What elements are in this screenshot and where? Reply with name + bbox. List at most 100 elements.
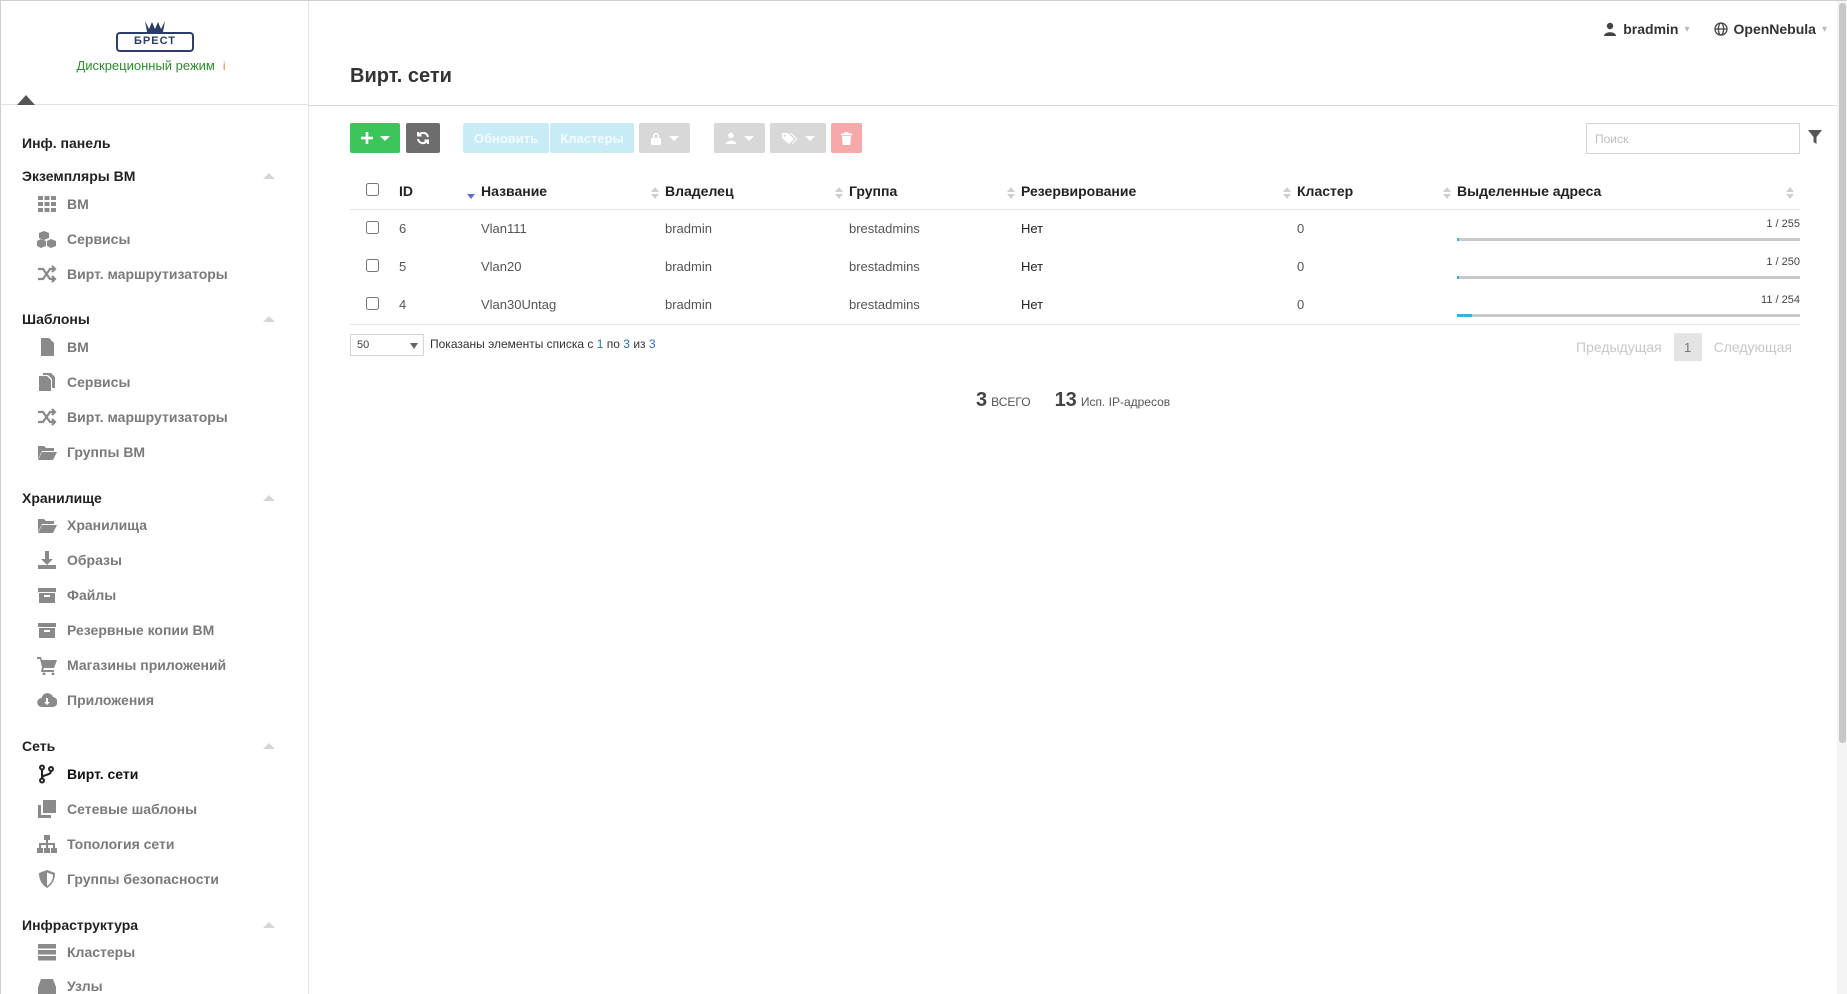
sidebar-item-datastores[interactable]: Хранилища [37,514,147,536]
collapse-sidebar-icon[interactable] [17,95,35,105]
cell-cluster: 0 [1297,221,1305,236]
sidebar-item-hosts[interactable]: Узлы [37,975,103,994]
user-bar: bradmin ▾ OpenNebula ▾ [1603,21,1827,37]
totals-summary: 3 ВСЕГО 13 Исп. IP-адресов [976,389,1170,412]
sidebar-item-vrouter-templates[interactable]: Вирт. маршрутизаторы [37,406,228,428]
row-checkbox[interactable] [366,296,379,310]
clone-icon [38,800,56,818]
page-scrollbar[interactable] [1837,1,1847,994]
sidebar-item-images[interactable]: Образы [37,549,122,571]
section-network[interactable]: Сеть [22,738,55,754]
sort-icon [1443,187,1451,199]
refresh-button[interactable] [406,123,440,153]
lock-button[interactable] [639,123,690,153]
labels-button[interactable] [770,123,826,153]
section-collapse-icon[interactable] [263,316,275,322]
sidebar-item-label: Файлы [67,587,117,603]
search-input[interactable] [1586,123,1800,154]
app-window: БРЕСТ Дискреционный режим i Инф. панель Э… [0,0,1847,994]
hdd-icon [38,979,56,994]
header-label: Группа [849,182,898,199]
column-header-cluster[interactable]: Кластер [1297,173,1457,210]
section-collapse-icon[interactable] [263,743,275,749]
cell-name: Vlan30Untag [481,285,665,325]
change-owner-button[interactable] [714,123,765,153]
column-header-group[interactable]: Группа [849,173,1021,210]
section-collapse-icon[interactable] [263,173,275,179]
row-select-cell [350,248,399,286]
refresh-icon [417,131,429,145]
sidebar-item-label: Группы безопасности [67,871,220,887]
section-collapse-icon[interactable] [263,495,275,501]
cell-id: 6 [399,221,407,236]
sidebar-item-topology[interactable]: Топология сети [37,833,175,855]
total-label: ВСЕГО [991,395,1031,409]
scrollbar-thumb[interactable] [1839,3,1846,743]
user-menu[interactable]: bradmin ▾ [1603,21,1690,37]
next-page-button[interactable]: Следующая [1714,339,1792,355]
column-header-owner[interactable]: Владелец [665,173,849,210]
sidebar-item-vnet-templates[interactable]: Сетевые шаблоны [37,798,197,820]
page-1-button[interactable]: 1 [1673,333,1702,361]
column-header-id[interactable]: ID [399,173,481,210]
sidebar-item-vm-templates[interactable]: ВМ [37,336,89,358]
logo-text: БРЕСТ [134,35,176,47]
sidebar-item-service-templates[interactable]: Сервисы [37,371,130,393]
sidebar-item-clusters[interactable]: Кластеры [37,941,135,963]
header-label: Название [481,182,548,199]
cell-owner: bradmin [665,221,712,236]
header-label: Кластер [1297,182,1354,199]
clusters-button[interactable]: Кластеры [550,123,634,153]
delete-button[interactable] [831,123,862,153]
leases-track [1457,313,1800,317]
leases-fill [1457,275,1460,279]
sidebar-item-vnets[interactable]: Вирт. сети [37,763,138,785]
table-row[interactable]: 4 Vlan30Untag bradmin brestadmins Нет 0 … [350,285,1800,325]
section-storage[interactable]: Хранилище [22,490,102,506]
sitemap-icon [37,835,57,853]
ip-count: 13 [1054,389,1077,411]
sidebar-item-apps[interactable]: Приложения [37,689,154,711]
column-header-leases[interactable]: Выделенные адреса [1457,173,1800,210]
column-header-name[interactable]: Название [481,173,665,210]
prev-page-button[interactable]: Предыдущая [1576,339,1662,355]
row-checkbox[interactable] [366,220,379,234]
column-header-reservation[interactable]: Резервирование [1021,173,1297,210]
create-button[interactable] [350,123,400,153]
filter-icon[interactable] [1807,129,1823,145]
select-all-checkbox[interactable] [366,182,379,196]
sidebar-item-vm-groups[interactable]: Группы ВМ [37,441,145,463]
zone-menu[interactable]: OpenNebula ▾ [1713,21,1827,37]
sidebar-item-services[interactable]: Сервисы [37,228,130,250]
table-row[interactable]: 6 Vlan111 bradmin brestadmins Нет 0 1 / … [350,209,1800,248]
folder-open-icon [38,446,57,460]
sidebar-dashboard[interactable]: Инф. панель [22,135,111,151]
vnets-table: ID Название Владелец Группа Резервирован… [350,173,1800,325]
section-infrastructure[interactable]: Инфраструктура [22,917,138,933]
sidebar-item-backups[interactable]: Резервные копии ВМ [37,619,214,641]
section-instances[interactable]: Экземпляры ВМ [22,168,135,184]
sidebar-item-marketplaces[interactable]: Магазины приложений [37,654,226,676]
leases-fill [1457,313,1472,317]
section-collapse-icon[interactable] [263,922,275,928]
trash-icon [841,131,852,145]
sort-icon [1007,187,1015,199]
row-checkbox[interactable] [366,258,379,272]
section-templates[interactable]: Шаблоны [22,311,90,327]
leases-text: 1 / 250 [1766,255,1800,268]
sidebar-item-label: Группы ВМ [67,444,146,460]
chevron-down-icon [804,135,815,141]
sidebar-item-files[interactable]: Файлы [37,584,116,606]
chevron-down-icon [410,343,418,349]
chevron-down-icon: ▾ [1821,23,1827,35]
table-row[interactable]: 5 Vlan20 bradmin brestadmins Нет 0 1 / 2… [350,248,1800,286]
sidebar-item-secgroups[interactable]: Группы безопасности [37,868,219,890]
sidebar-item-vms[interactable]: ВМ [37,193,89,215]
tags-icon [781,132,797,144]
sort-icon [835,187,843,199]
info-icon[interactable]: i [223,59,226,73]
files-icon [39,373,55,391]
update-button[interactable]: Обновить [463,123,549,153]
sidebar-item-vrouters[interactable]: Вирт. маршрутизаторы [37,263,228,285]
page-length-select[interactable]: 50 [350,334,424,356]
